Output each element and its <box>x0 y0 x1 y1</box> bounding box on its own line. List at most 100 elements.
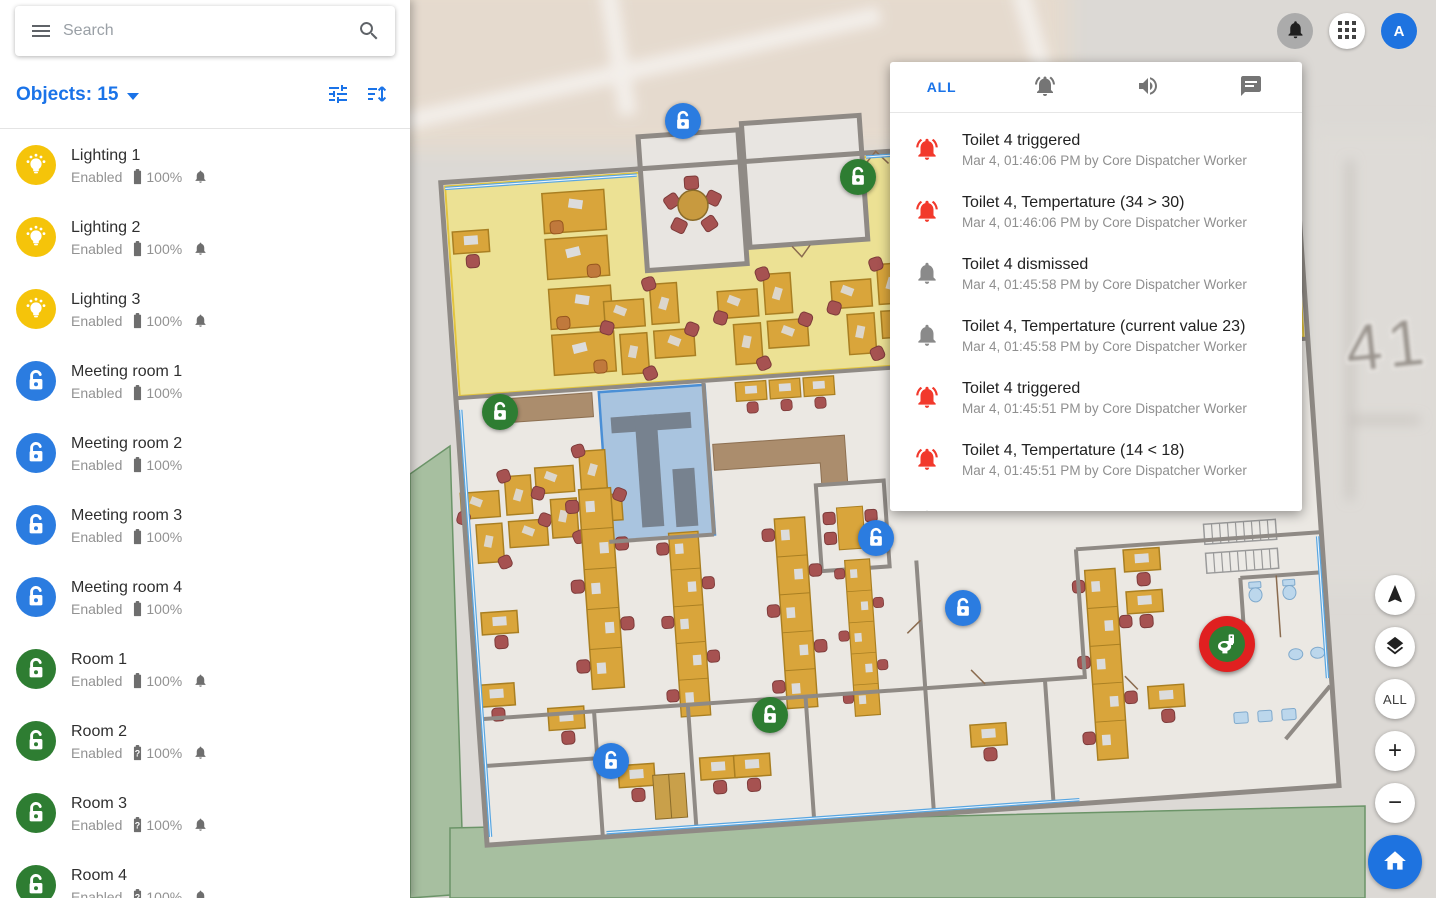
tab-all[interactable]: ALL <box>890 62 993 112</box>
smart-building-app: 41 ALL Toilet 4 triggeredMar 4, 01:46:06 <box>0 0 1436 898</box>
battery-icon <box>132 241 143 257</box>
toilet-icon <box>1209 626 1245 662</box>
battery-icon <box>132 673 143 689</box>
object-list: Lighting 1 Enabled100% Lighting 2 Enable… <box>0 129 410 898</box>
navigation-arrow-icon <box>1384 583 1406 608</box>
sort-button[interactable] <box>364 82 390 108</box>
lightbulb-icon <box>16 145 56 185</box>
avatar[interactable]: A <box>1381 13 1417 49</box>
notification-item[interactable]: Toilet 4 triggeredMar 4, 01:46:06 PM by … <box>890 118 1302 180</box>
battery-icon <box>132 457 143 473</box>
lightbulb-icon <box>16 289 56 329</box>
map-marker-lock-open-green[interactable] <box>840 159 876 195</box>
bell-icon <box>193 673 208 688</box>
bell-icon <box>914 322 940 348</box>
list-item-room-3[interactable]: Room 3 Enabled100% <box>0 777 410 849</box>
notifications-panel: ALL Toilet 4 triggeredMar 4, 01:46:06 PM… <box>890 62 1302 511</box>
list-item-room-1[interactable]: Room 1 Enabled100% <box>0 633 410 705</box>
lock-open-icon <box>16 793 56 833</box>
search-bar[interactable] <box>15 6 395 56</box>
notifications-list: Toilet 4 triggeredMar 4, 01:46:06 PM by … <box>890 113 1302 511</box>
tab-sounds[interactable] <box>1096 62 1199 112</box>
tab-messages[interactable] <box>1199 62 1302 112</box>
battery-unknown-icon <box>132 889 143 898</box>
list-item-meeting-room-1[interactable]: Meeting room 1 Enabled100% <box>0 345 410 417</box>
map-marker-lock-open-blue[interactable] <box>593 743 629 779</box>
notifications-button[interactable] <box>1277 13 1313 49</box>
lock-open-icon <box>16 505 56 545</box>
lock-open-icon <box>16 649 56 689</box>
compass-button[interactable] <box>1375 575 1415 615</box>
tune-icon <box>326 94 350 109</box>
home-button[interactable] <box>1368 835 1422 889</box>
volume-icon <box>1136 74 1160 101</box>
list-item-meeting-room-2[interactable]: Meeting room 2 Enabled100% <box>0 417 410 489</box>
bell-icon <box>193 241 208 256</box>
battery-icon <box>132 169 143 185</box>
bell-icon <box>193 169 208 184</box>
sort-icon <box>365 94 389 109</box>
search-icon[interactable] <box>357 19 381 43</box>
notification-item[interactable]: Toilet 4 dismissed <box>890 490 1302 511</box>
sidebar: Objects: 15 Lighting 1 Enabled100% Light… <box>0 0 410 898</box>
bell-icon <box>1285 19 1306 43</box>
zoom-out-button[interactable]: − <box>1375 783 1415 823</box>
map-marker-toilet-alarm[interactable] <box>1199 616 1255 672</box>
alarm-bell-icon <box>914 446 940 472</box>
battery-icon <box>132 529 143 545</box>
bell-icon <box>914 508 940 511</box>
show-all-floors-button[interactable]: ALL <box>1375 679 1415 719</box>
list-item-meeting-room-3[interactable]: Meeting room 3 Enabled100% <box>0 489 410 561</box>
objects-count-label: Objects: 15 <box>16 84 118 106</box>
bell-icon <box>193 745 208 760</box>
bell-icon <box>914 260 940 286</box>
list-item-lighting-2[interactable]: Lighting 2 Enabled100% <box>0 201 410 273</box>
bell-icon <box>193 817 208 832</box>
map-marker-lock-open-green[interactable] <box>752 697 788 733</box>
lock-open-icon <box>16 361 56 401</box>
map-marker-lock-open-green[interactable] <box>482 394 518 430</box>
list-item-lighting-3[interactable]: Lighting 3 Enabled100% <box>0 273 410 345</box>
alarm-bell-icon <box>914 136 940 162</box>
battery-icon <box>132 385 143 401</box>
apps-grid-button[interactable] <box>1329 13 1365 49</box>
notifications-tabs: ALL <box>890 62 1302 113</box>
building-number-label: 41 <box>1342 304 1433 386</box>
battery-icon <box>132 313 143 329</box>
home-icon <box>1382 848 1408 877</box>
objects-header: Objects: 15 <box>0 72 410 118</box>
chevron-down-icon <box>127 93 139 100</box>
battery-icon <box>132 601 143 617</box>
bell-icon <box>193 889 208 898</box>
zoom-in-button[interactable]: + <box>1375 731 1415 771</box>
list-item-room-2[interactable]: Room 2 Enabled100% <box>0 705 410 777</box>
list-item-meeting-room-4[interactable]: Meeting room 4 Enabled100% <box>0 561 410 633</box>
notification-item[interactable]: Toilet 4, Tempertature (34 > 30)Mar 4, 0… <box>890 180 1302 242</box>
list-item-room-4[interactable]: Room 4 Enabled100% <box>0 849 410 898</box>
apps-grid-icon <box>1338 21 1356 42</box>
notification-item[interactable]: Toilet 4 dismissedMar 4, 01:45:58 PM by … <box>890 242 1302 304</box>
list-item-lighting-1[interactable]: Lighting 1 Enabled100% <box>0 129 410 201</box>
battery-unknown-icon <box>132 817 143 833</box>
map-marker-lock-open-blue[interactable] <box>665 103 701 139</box>
layers-button[interactable] <box>1375 627 1415 667</box>
map-marker-lock-open-blue[interactable] <box>945 590 981 626</box>
lock-open-icon <box>16 433 56 473</box>
alarm-bell-icon <box>914 198 940 224</box>
menu-icon[interactable] <box>29 19 53 43</box>
filter-button[interactable] <box>325 82 351 108</box>
tab-alarms[interactable] <box>993 62 1096 112</box>
map-marker-lock-open-blue[interactable] <box>858 520 894 556</box>
floor-plan-map[interactable]: 41 ALL Toilet 4 triggeredMar 4, 01:46:06 <box>410 0 1436 898</box>
notification-item[interactable]: Toilet 4, Tempertature (14 < 18)Mar 4, 0… <box>890 428 1302 490</box>
lock-open-icon <box>16 721 56 761</box>
battery-unknown-icon <box>132 745 143 761</box>
search-input[interactable] <box>63 22 347 40</box>
notification-item[interactable]: Toilet 4, Tempertature (current value 23… <box>890 304 1302 366</box>
lock-open-icon <box>16 865 56 898</box>
alarm-bell-icon <box>1033 74 1057 101</box>
objects-count-dropdown[interactable]: Objects: 15 <box>16 84 139 106</box>
bell-icon <box>193 313 208 328</box>
chat-icon <box>1239 74 1263 101</box>
notification-item[interactable]: Toilet 4 triggeredMar 4, 01:45:51 PM by … <box>890 366 1302 428</box>
